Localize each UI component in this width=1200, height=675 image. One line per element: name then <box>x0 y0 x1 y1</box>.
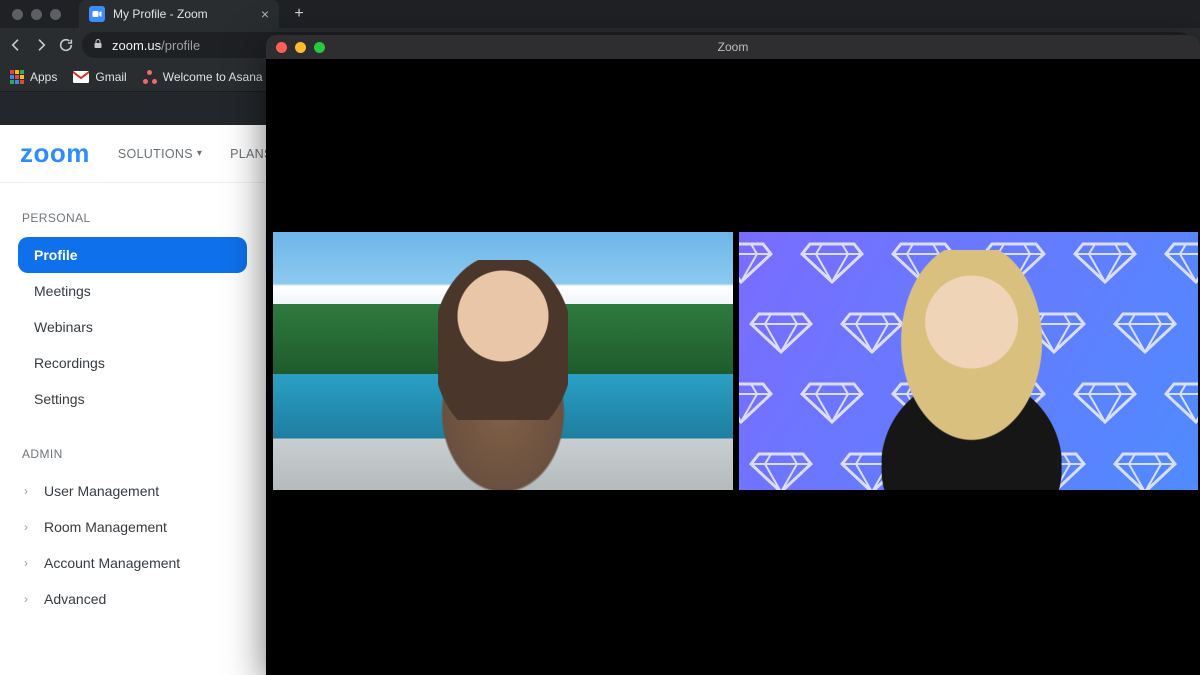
zoom-favicon-icon <box>89 6 105 22</box>
sidebar-item-user-management[interactable]: › User Management <box>18 473 247 509</box>
browser-tab[interactable]: My Profile - Zoom × <box>79 0 279 28</box>
participant-tile-1[interactable] <box>273 232 733 490</box>
sidebar-item-label: Profile <box>34 247 78 263</box>
zoom-logo[interactable]: zoom <box>20 138 90 169</box>
url-text: zoom.us/profile <box>112 38 200 53</box>
participant-2-video <box>739 232 1199 490</box>
new-tab-button[interactable]: + <box>289 5 309 23</box>
sidebar-item-label: Account Management <box>44 555 180 571</box>
sidebar-item-label: Room Management <box>44 519 167 535</box>
video-grid <box>273 232 1198 490</box>
sidebar-item-advanced[interactable]: › Advanced <box>18 581 247 617</box>
apps-grid-icon <box>10 70 24 84</box>
sidebar-item-account-management[interactable]: › Account Management <box>18 545 247 581</box>
sidebar-item-webinars[interactable]: Webinars <box>18 309 247 345</box>
bookmark-asana-label: Welcome to Asana <box>163 70 263 84</box>
sidebar-item-profile[interactable]: Profile <box>18 237 247 273</box>
url-path: /profile <box>161 38 200 53</box>
nav-solutions[interactable]: SOLUTIONS ▾ <box>118 147 202 161</box>
maximize-window-dot[interactable] <box>50 9 61 20</box>
bookmark-apps[interactable]: Apps <box>10 70 57 84</box>
chevron-down-icon: ▾ <box>197 148 202 159</box>
participant-1-video <box>273 232 733 490</box>
chevron-right-icon: › <box>24 592 34 606</box>
sidebar-item-room-management[interactable]: › Room Management <box>18 509 247 545</box>
url-domain: zoom.us <box>112 38 161 53</box>
section-admin: ADMIN <box>22 447 243 461</box>
bookmark-apps-label: Apps <box>30 70 57 84</box>
forward-button[interactable] <box>33 33 50 57</box>
video-area <box>266 59 1200 675</box>
bookmark-asana[interactable]: Welcome to Asana <box>143 70 263 84</box>
back-button[interactable] <box>8 33 25 57</box>
minimize-window-dot[interactable] <box>31 9 42 20</box>
asana-icon <box>143 70 157 84</box>
sidebar-item-meetings[interactable]: Meetings <box>18 273 247 309</box>
bookmark-gmail-label: Gmail <box>95 70 126 84</box>
close-tab-icon[interactable]: × <box>261 6 269 22</box>
zoom-titlebar[interactable]: Zoom <box>266 35 1200 59</box>
participant-tile-2[interactable] <box>739 232 1199 490</box>
tab-title: My Profile - Zoom <box>113 7 253 21</box>
sidebar-item-label: Settings <box>34 391 85 407</box>
gmail-icon <box>73 71 89 83</box>
close-window-dot[interactable] <box>12 9 23 20</box>
reload-button[interactable] <box>57 33 74 57</box>
window-controls[interactable] <box>12 9 61 20</box>
chevron-right-icon: › <box>24 556 34 570</box>
chevron-right-icon: › <box>24 520 34 534</box>
zoom-sidebar: PERSONAL Profile Meetings Webinars Recor… <box>0 183 265 675</box>
sidebar-item-label: User Management <box>44 483 159 499</box>
tab-strip: My Profile - Zoom × + <box>0 0 1200 28</box>
sidebar-item-label: Webinars <box>34 319 93 335</box>
sidebar-item-recordings[interactable]: Recordings <box>18 345 247 381</box>
sidebar-item-label: Meetings <box>34 283 91 299</box>
chevron-right-icon: › <box>24 484 34 498</box>
section-personal: PERSONAL <box>22 211 243 225</box>
sidebar-item-label: Recordings <box>34 355 105 371</box>
zoom-window-title: Zoom <box>266 40 1200 54</box>
sidebar-item-settings[interactable]: Settings <box>18 381 247 417</box>
bookmark-gmail[interactable]: Gmail <box>73 70 126 84</box>
lock-icon <box>92 38 104 53</box>
zoom-app-window[interactable]: Zoom <box>266 35 1200 675</box>
nav-solutions-label: SOLUTIONS <box>118 147 193 161</box>
sidebar-item-label: Advanced <box>44 591 106 607</box>
